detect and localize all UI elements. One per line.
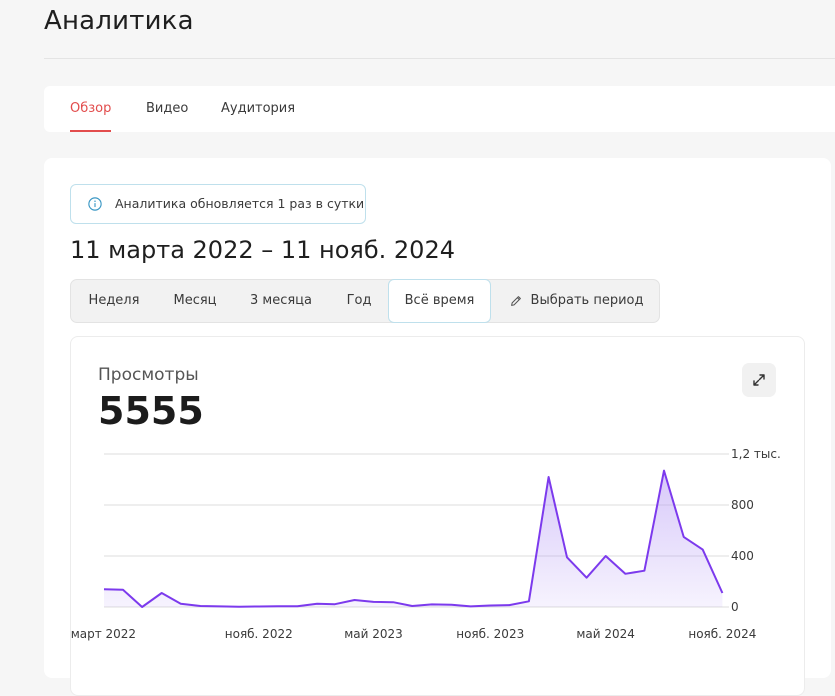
info-banner: Аналитика обновляется 1 раз в сутки	[70, 184, 366, 224]
data-point[interactable]	[409, 603, 415, 609]
data-point[interactable]	[352, 597, 358, 603]
data-point[interactable]	[294, 603, 300, 609]
overview-card: Аналитика обновляется 1 раз в сутки 11 м…	[44, 158, 831, 696]
data-point[interactable]	[468, 603, 474, 609]
y-tick-label: 0	[731, 600, 739, 614]
data-point[interactable]	[487, 602, 493, 608]
x-tick-label: май 2023	[344, 627, 403, 641]
data-point[interactable]	[390, 599, 396, 605]
period-custom-button[interactable]: Выбрать период	[497, 280, 655, 322]
info-banner-text: Аналитика обновляется 1 раз в сутки	[115, 196, 365, 211]
data-point[interactable]	[603, 553, 609, 559]
x-tick-label: нояб. 2024	[688, 627, 756, 641]
data-point[interactable]	[429, 601, 435, 607]
data-point[interactable]	[622, 571, 628, 577]
views-chart: 0 400 800 1,2 тыс. март 2022 нояб. 2022 май 20…	[71, 447, 781, 641]
period-custom-label: Выбрать период	[530, 293, 644, 308]
data-point[interactable]	[506, 602, 512, 608]
data-point[interactable]	[275, 603, 281, 609]
x-tick-label: март 2022	[71, 627, 136, 641]
period-week-button[interactable]: Неделя	[71, 280, 157, 322]
data-point[interactable]	[700, 547, 706, 553]
y-tick-label: 800	[731, 498, 754, 512]
tabs-bar: Обзор Видео Аудитория	[44, 86, 835, 132]
data-point[interactable]	[197, 603, 203, 609]
tab-overview[interactable]: Обзор	[70, 86, 112, 132]
page-title: Аналитика	[44, 6, 194, 36]
y-tick-label: 1,2 тыс.	[731, 447, 781, 461]
data-point[interactable]	[101, 586, 107, 592]
x-tick-label: нояб. 2022	[225, 627, 293, 641]
data-point[interactable]	[314, 601, 320, 607]
pencil-icon	[510, 295, 521, 306]
data-point[interactable]	[371, 599, 377, 605]
info-icon	[88, 197, 102, 211]
data-point[interactable]	[217, 603, 223, 609]
data-point[interactable]	[719, 590, 725, 596]
period-year-button[interactable]: Год	[329, 280, 389, 322]
title-divider	[44, 58, 835, 59]
data-point[interactable]	[159, 590, 165, 596]
period-month-button[interactable]: Месяц	[157, 280, 233, 322]
data-point[interactable]	[256, 603, 262, 609]
period-all-time-button[interactable]: Всё время	[388, 279, 491, 323]
data-point[interactable]	[449, 602, 455, 608]
views-area	[104, 470, 723, 607]
x-tick-label: май 2024	[576, 627, 635, 641]
tab-video[interactable]: Видео	[146, 86, 188, 132]
data-point[interactable]	[661, 468, 667, 474]
data-point[interactable]	[564, 554, 570, 560]
data-point[interactable]	[332, 601, 338, 607]
data-point[interactable]	[584, 575, 590, 581]
y-tick-label: 400	[731, 549, 754, 563]
tab-audience[interactable]: Аудитория	[221, 86, 295, 132]
data-point[interactable]	[681, 534, 687, 540]
x-tick-label: нояб. 2023	[456, 627, 524, 641]
period-selector: Неделя Месяц 3 месяца Год Всё время Выбр…	[70, 279, 660, 323]
date-range: 11 марта 2022 – 11 нояб. 2024	[70, 236, 455, 264]
data-point[interactable]	[139, 604, 145, 610]
data-point[interactable]	[641, 568, 647, 574]
data-point[interactable]	[178, 601, 184, 607]
period-3months-button[interactable]: 3 месяца	[233, 280, 329, 322]
views-chart-card: Просмотры 5555 0 400 800 1,2 тыс. март 2022 н…	[70, 336, 805, 696]
data-point[interactable]	[236, 604, 242, 610]
data-point[interactable]	[526, 598, 532, 604]
data-point[interactable]	[120, 587, 126, 593]
data-point[interactable]	[546, 474, 552, 480]
